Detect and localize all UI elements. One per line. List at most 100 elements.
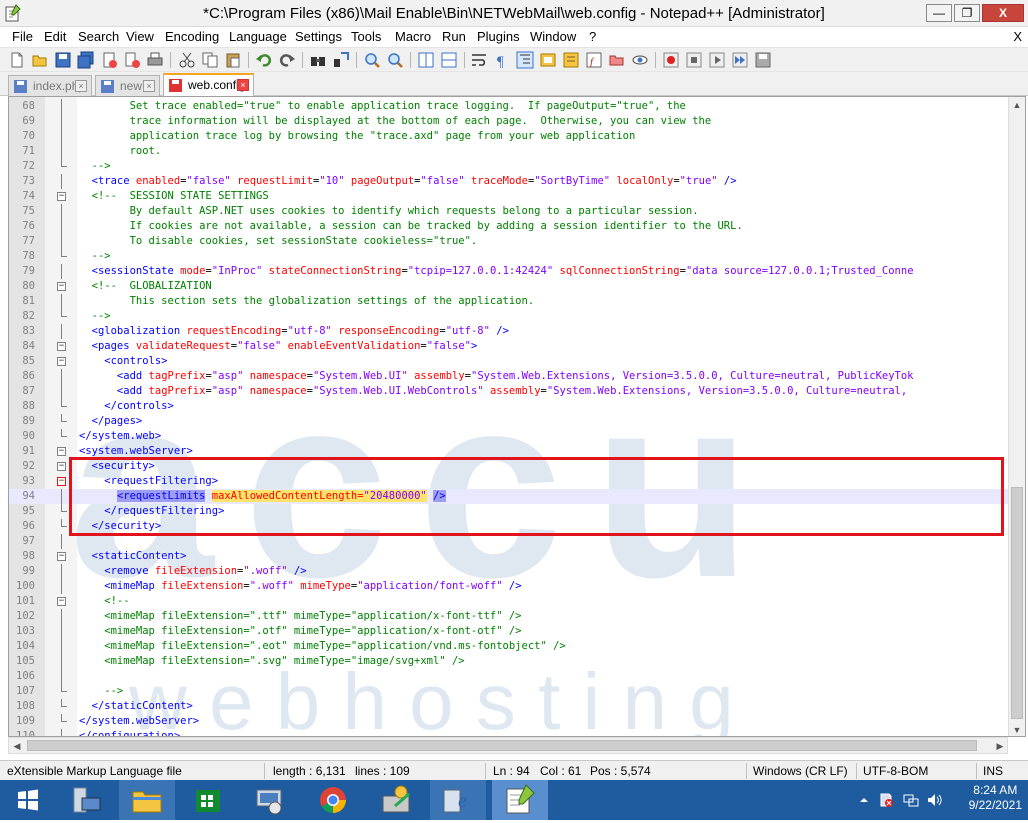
print-icon[interactable] (146, 51, 164, 69)
new-file-icon[interactable] (8, 51, 26, 69)
code-line[interactable]: 99 <remove fileExtension=".woff" /> (9, 564, 1025, 579)
menu-tools[interactable]: Tools (351, 27, 381, 47)
tab-close-icon[interactable]: × (143, 80, 155, 92)
code-line[interactable]: 74 − <!-- SESSION STATE SETTINGS (9, 189, 1025, 204)
stop-macro-icon[interactable] (685, 51, 703, 69)
sync-horizontal-icon[interactable] (440, 51, 458, 69)
code-line[interactable]: 82 --> (9, 309, 1025, 324)
horizontal-scrollbar[interactable]: ◀ ▶ (8, 737, 1008, 754)
folder-workspace-icon[interactable] (608, 51, 626, 69)
menu-encoding[interactable]: Encoding (165, 27, 219, 47)
code-line[interactable]: 106 (9, 669, 1025, 684)
scroll-left-icon[interactable]: ◀ (9, 738, 25, 754)
code-line[interactable]: 77 To disable cookies, set sessionState … (9, 234, 1025, 249)
code-line[interactable]: 81 This section sets the globalization s… (9, 294, 1025, 309)
fold-toggle-icon[interactable]: − (57, 462, 66, 471)
vertical-scrollbar[interactable]: ▲ ▼ (1008, 97, 1025, 736)
play-macro-icon[interactable] (708, 51, 726, 69)
scroll-down-icon[interactable]: ▼ (1009, 722, 1025, 736)
scroll-right-icon[interactable]: ▶ (992, 738, 1008, 754)
start-button[interactable] (0, 780, 56, 820)
network-button[interactable] (241, 780, 297, 820)
code-line[interactable]: 101 − <!-- (9, 594, 1025, 609)
menu-settings[interactable]: Settings (295, 27, 342, 47)
close-all-icon[interactable] (123, 51, 141, 69)
code-line[interactable]: 102 <mimeMap fileExtension=".ttf" mimeTy… (9, 609, 1025, 624)
fold-toggle-icon[interactable]: − (57, 282, 66, 291)
horizontal-scroll-thumb[interactable] (27, 740, 977, 751)
menu-file[interactable]: File (12, 27, 33, 47)
code-line[interactable]: 88 </controls> (9, 399, 1025, 414)
clock[interactable]: 8:24 AM 9/22/2021 (969, 783, 1022, 813)
code-line[interactable]: 87 <add tagPrefix="asp" namespace="Syste… (9, 384, 1025, 399)
paste-icon[interactable] (224, 51, 242, 69)
code-line[interactable]: 108 </staticContent> (9, 699, 1025, 714)
record-macro-icon[interactable] (662, 51, 680, 69)
code-line[interactable]: 76 If cookies are not available, a sessi… (9, 219, 1025, 234)
code-line[interactable]: 109 </system.webServer> (9, 714, 1025, 729)
tab-web-config[interactable]: web.config × (163, 73, 254, 97)
code-line[interactable]: 75 By default ASP.NET uses cookies to id… (9, 204, 1025, 219)
close-file-icon[interactable] (100, 51, 118, 69)
code-line[interactable]: 107 --> (9, 684, 1025, 699)
cut-icon[interactable] (178, 51, 196, 69)
code-line[interactable]: 100 <mimeMap fileExtension=".woff" mimeT… (9, 579, 1025, 594)
show-hidden-icons-icon[interactable] (856, 792, 872, 808)
copy-icon[interactable] (201, 51, 219, 69)
fold-toggle-icon[interactable]: − (57, 477, 66, 486)
chrome-button[interactable] (305, 780, 361, 820)
file-explorer-button[interactable] (119, 780, 175, 820)
code-line[interactable]: 83 <globalization requestEncoding="utf-8… (9, 324, 1025, 339)
redo-icon[interactable] (278, 51, 296, 69)
menu-plugins[interactable]: Plugins (477, 27, 520, 47)
minimize-button[interactable]: — (926, 4, 952, 22)
store-button[interactable] (180, 780, 236, 820)
code-line[interactable]: 73 <trace enabled="false" requestLimit="… (9, 174, 1025, 189)
menu-edit[interactable]: Edit (44, 27, 66, 47)
server-manager-button[interactable] (58, 780, 114, 820)
menu-view[interactable]: View (126, 27, 154, 47)
close-button[interactable]: X (982, 4, 1024, 22)
tab-close-icon[interactable]: × (237, 79, 249, 91)
code-line[interactable]: 98 − <staticContent> (9, 549, 1025, 564)
editor[interactable]: accu w e b h o s t i n g 68 Set trace en… (8, 96, 1026, 737)
code-line[interactable]: 85 − <controls> (9, 354, 1025, 369)
zoom-in-icon[interactable] (363, 51, 381, 69)
sync-vertical-icon[interactable] (417, 51, 435, 69)
user-language-icon[interactable] (539, 51, 557, 69)
menu-language[interactable]: Language (229, 27, 287, 47)
code-line[interactable]: 71 root. (9, 144, 1025, 159)
code-line[interactable]: 70 application trace log by browsing the… (9, 129, 1025, 144)
save-icon[interactable] (54, 51, 72, 69)
save-all-icon[interactable] (77, 51, 95, 69)
close-document-button[interactable]: X (1013, 27, 1022, 47)
document-map-icon[interactable] (562, 51, 580, 69)
menu-help[interactable]: ? (589, 27, 596, 47)
fold-toggle-icon[interactable]: − (57, 342, 66, 351)
fold-toggle-icon[interactable]: − (57, 192, 66, 201)
code-line[interactable]: 105 <mimeMap fileExtension=".svg" mimeTy… (9, 654, 1025, 669)
code-line[interactable]: 68 Set trace enabled="true" to enable ap… (9, 99, 1025, 114)
fold-toggle-icon[interactable]: − (57, 552, 66, 561)
volume-icon[interactable] (926, 792, 942, 808)
menu-macro[interactable]: Macro (395, 27, 431, 47)
code-line[interactable]: 104 <mimeMap fileExtension=".eot" mimeTy… (9, 639, 1025, 654)
menu-run[interactable]: Run (442, 27, 466, 47)
code-line[interactable]: 86 <add tagPrefix="asp" namespace="Syste… (9, 369, 1025, 384)
code-line[interactable]: 69 trace information will be displayed a… (9, 114, 1025, 129)
code-line[interactable]: 72 --> (9, 159, 1025, 174)
maximize-button[interactable]: ❐ (954, 4, 980, 22)
save-macro-icon[interactable] (754, 51, 772, 69)
menu-window[interactable]: Window (530, 27, 576, 47)
zoom-out-icon[interactable] (386, 51, 404, 69)
code-line[interactable]: 97 (9, 534, 1025, 549)
monitoring-icon[interactable] (631, 51, 649, 69)
code-line[interactable]: 110 </configuration> (9, 729, 1025, 736)
code-line[interactable]: 80 − <!-- GLOBALIZATION (9, 279, 1025, 294)
code-line[interactable]: 79 <sessionState mode="InProc" stateConn… (9, 264, 1025, 279)
action-center-icon[interactable] (878, 792, 894, 808)
run-macro-multiple-icon[interactable] (731, 51, 749, 69)
tab-new-1[interactable]: new 1 × (95, 75, 160, 96)
fold-toggle-icon[interactable]: − (57, 357, 66, 366)
user-tools-button[interactable] (369, 780, 425, 820)
